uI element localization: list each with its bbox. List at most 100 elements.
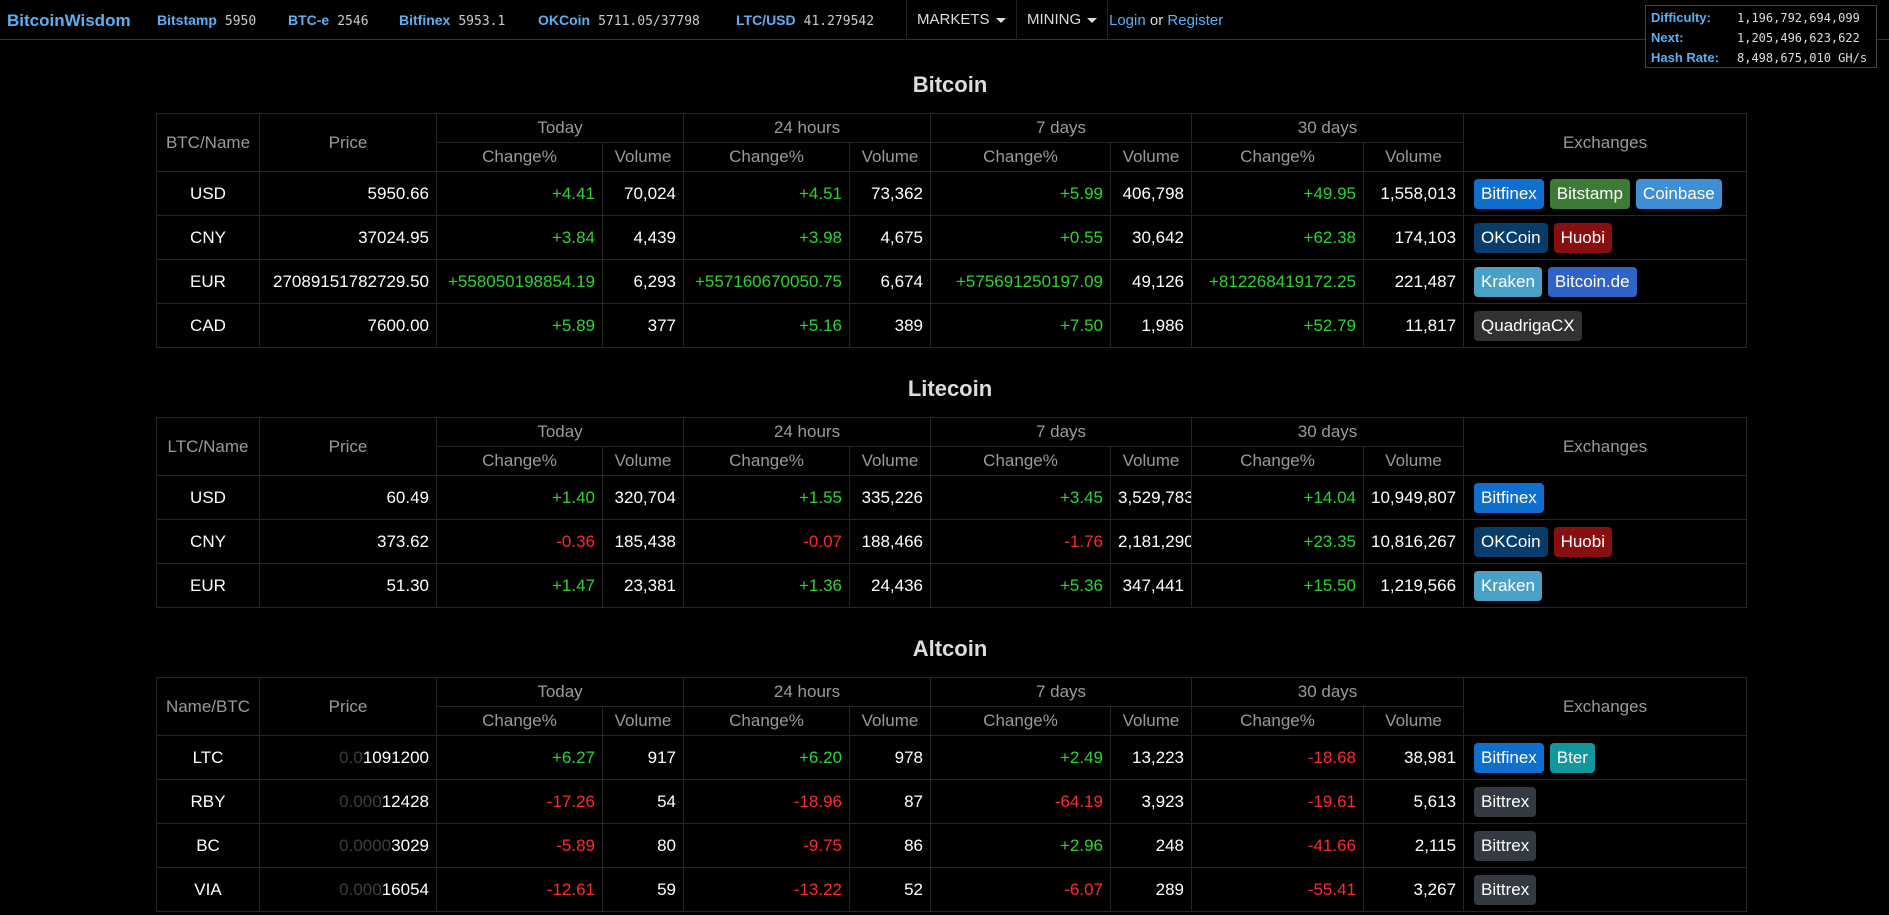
next-difficulty-label: Next: <box>1651 30 1684 45</box>
login-link[interactable]: Login <box>1109 12 1146 29</box>
column-header-change: Change% <box>683 446 850 476</box>
register-link[interactable]: Register <box>1167 12 1223 29</box>
volume-cell: 54 <box>602 779 684 824</box>
ticker-okcoin[interactable]: OKCoin 5711.05/37798 <box>538 12 700 29</box>
exchange-button-okcoin[interactable]: OKCoin <box>1474 222 1548 253</box>
table-row[interactable]: EUR 51.30 +1.47 23,381 +1.36 24,436 +5.36 347,4… <box>156 563 1748 608</box>
mining-label: MINING <box>1027 11 1082 28</box>
brand-logo-link[interactable]: BitcoinWisdom <box>7 11 131 31</box>
markets-dropdown[interactable]: MARKETS <box>906 0 1017 40</box>
column-header-exchanges: Exchanges <box>1463 677 1748 736</box>
volume-cell: 917 <box>602 735 684 780</box>
exchange-button-quadrigacx[interactable]: QuadrigaCX <box>1474 310 1582 341</box>
ticker-value: 2546 <box>337 14 369 29</box>
exchange-button-bitfinex[interactable]: Bitfinex <box>1474 742 1544 773</box>
table-row[interactable]: RBY 0.00012428 -17.26 54 -18.96 87 -64.19 3,923… <box>156 779 1748 824</box>
pair-name[interactable]: EUR <box>156 259 260 304</box>
change-cell: +5.99 <box>930 171 1112 216</box>
table-row[interactable]: EUR 27089151782729.50 +558050198854.19 6,29… <box>156 259 1748 304</box>
table-row[interactable]: USD 60.49 +1.40 320,704 +1.55 335,226 +3.45 3,5… <box>156 475 1748 520</box>
exchange-button-okcoin[interactable]: OKCoin <box>1474 526 1548 557</box>
pair-name[interactable]: CAD <box>156 303 260 348</box>
change-cell: +14.04 <box>1191 475 1365 520</box>
price-cell: 37024.95 <box>259 215 437 260</box>
column-header-volume: Volume <box>848 142 932 172</box>
volume-cell: 289 <box>1110 867 1193 912</box>
column-header-change: Change% <box>1191 142 1365 172</box>
change-cell: -12.61 <box>436 867 603 912</box>
table-row[interactable]: CNY 373.62 -0.36 185,438 -0.07 188,466 -1.76 2,… <box>156 519 1748 564</box>
price-leading-zeros: 0.0000 <box>339 835 392 855</box>
volume-cell: 320,704 <box>602 475 684 520</box>
pair-name[interactable]: CNY <box>156 215 260 260</box>
column-header-exchanges: Exchanges <box>1463 417 1748 476</box>
ticker-name: OKCoin <box>538 12 591 28</box>
volume-cell: 2,181,290 <box>1110 519 1193 564</box>
exchange-button-huobi[interactable]: Huobi <box>1553 526 1612 557</box>
volume-cell: 10,949,807 <box>1363 475 1465 520</box>
table-row[interactable]: VIA 0.00016054 -12.61 59 -13.22 52 -6.07 289 -55… <box>156 867 1748 912</box>
exchange-button-bter[interactable]: Bter <box>1549 742 1595 773</box>
exchange-button-huobi[interactable]: Huobi <box>1553 222 1612 253</box>
change-cell: -55.41 <box>1191 867 1365 912</box>
exchanges-cell: Bittrex <box>1463 867 1748 912</box>
table-row[interactable]: CNY 37024.95 +3.84 4,439 +3.98 4,675 +0.55 30,6… <box>156 215 1748 260</box>
change-cell: +0.55 <box>930 215 1112 260</box>
change-cell: -41.66 <box>1191 823 1365 868</box>
ticker-bitfinex[interactable]: Bitfinex 5953.1 <box>399 12 505 29</box>
column-header-volume: Volume <box>602 142 684 172</box>
pair-name[interactable]: CNY <box>156 519 260 564</box>
table-row[interactable]: BC 0.00003029 -5.89 80 -9.75 86 +2.96 248 -41.66… <box>156 823 1748 868</box>
price-value: 27089151782729.50 <box>273 271 429 291</box>
exchange-button-bitcoinde[interactable]: Bitcoin.de <box>1547 266 1637 297</box>
volume-cell: 6,674 <box>848 259 932 304</box>
ticker-ltcusd[interactable]: LTC/USD 41.279542 <box>736 12 874 29</box>
mining-dropdown[interactable]: MINING <box>1016 0 1109 40</box>
price-cell: 373.62 <box>259 519 437 564</box>
ticker-name: LTC/USD <box>736 12 796 28</box>
column-header-volume: Volume <box>602 446 684 476</box>
table-row[interactable]: USD 5950.66 +4.41 70,024 +4.51 73,362 +5.99 406… <box>156 171 1748 216</box>
volume-cell: 389 <box>848 303 932 348</box>
volume-cell: 248 <box>1110 823 1193 868</box>
pair-name[interactable]: BC <box>156 823 260 868</box>
table-row[interactable]: LTC 0.01091200 +6.27 917 +6.20 978 +2.49 13,223… <box>156 735 1748 780</box>
exchange-button-bittrex[interactable]: Bittrex <box>1474 874 1537 905</box>
price-value: 373.62 <box>377 531 429 551</box>
volume-cell: 221,487 <box>1363 259 1465 304</box>
ticker-btce[interactable]: BTC-e 2546 <box>288 12 369 29</box>
pair-name[interactable]: RBY <box>156 779 260 824</box>
chevron-down-icon <box>1087 17 1098 23</box>
exchange-button-bitstamp[interactable]: Bitstamp <box>1549 178 1630 209</box>
change-cell: -5.89 <box>436 823 603 868</box>
volume-cell: 3,267 <box>1363 867 1465 912</box>
ticker-value: 5953.1 <box>458 14 506 29</box>
price-cell: 0.01091200 <box>259 735 437 780</box>
section-title: Bitcoin <box>912 72 988 97</box>
exchange-button-kraken[interactable]: Kraken <box>1474 266 1542 297</box>
price-value: 60.49 <box>386 487 429 507</box>
ticker-bitstamp[interactable]: Bitstamp 5950 <box>157 12 256 29</box>
price-cell: 0.00016054 <box>259 867 437 912</box>
table-row[interactable]: CAD 7600.00 +5.89 377 +5.16 389 +7.50 1,986 +52.… <box>156 303 1748 348</box>
pair-name[interactable]: VIA <box>156 867 260 912</box>
exchange-button-bittrex[interactable]: Bittrex <box>1474 830 1537 861</box>
pair-name[interactable]: USD <box>156 475 260 520</box>
exchanges-cell: Bitfinex Bter <box>1463 735 1748 780</box>
pair-name[interactable]: USD <box>156 171 260 216</box>
change-cell: -0.36 <box>436 519 603 564</box>
column-header-change: Change% <box>436 446 603 476</box>
exchange-button-bitfinex[interactable]: Bitfinex <box>1474 482 1544 513</box>
pair-name[interactable]: LTC <box>156 735 260 780</box>
exchange-button-bitfinex[interactable]: Bitfinex <box>1474 178 1544 209</box>
login-area: Login or Register <box>1109 12 1223 29</box>
exchanges-cell: Bitfinex Bitstamp Coinbase <box>1463 171 1748 216</box>
pair-name[interactable]: EUR <box>156 563 260 608</box>
exchange-button-bittrex[interactable]: Bittrex <box>1474 786 1537 817</box>
column-header-period: 24 hours <box>682 677 932 707</box>
change-cell: +15.50 <box>1191 563 1365 608</box>
price-value: 16054 <box>381 879 429 899</box>
exchange-button-kraken[interactable]: Kraken <box>1474 570 1542 601</box>
difficulty-label: Difficulty: <box>1651 10 1711 25</box>
exchange-button-coinbase[interactable]: Coinbase <box>1635 178 1722 209</box>
